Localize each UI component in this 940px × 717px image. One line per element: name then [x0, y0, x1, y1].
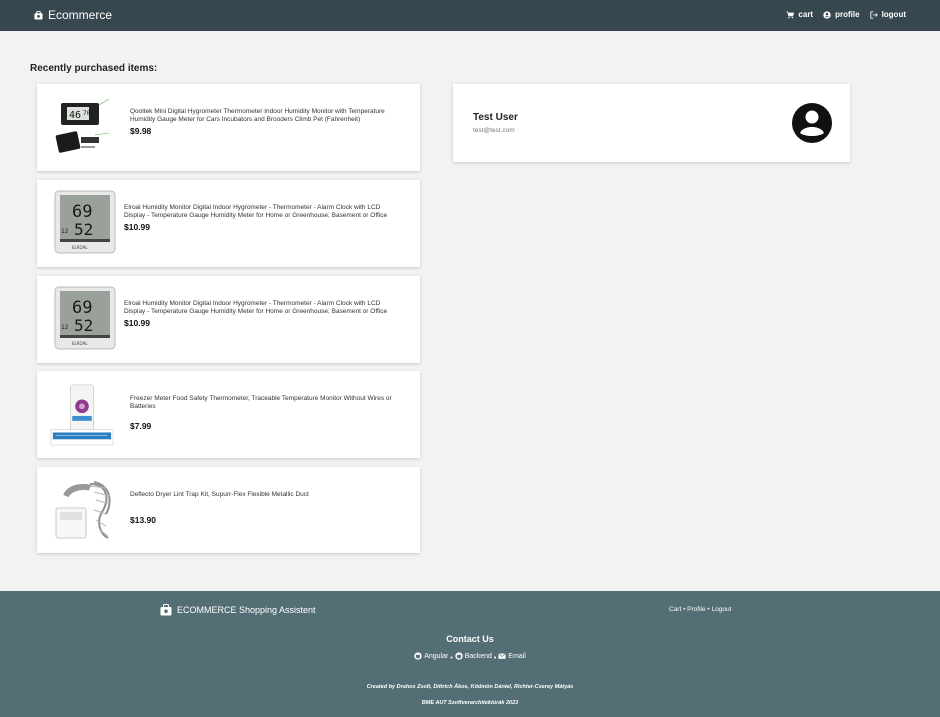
nav-cart-label: cart	[798, 10, 814, 19]
contact-separator: •	[450, 655, 453, 662]
profile-name: Test User	[473, 112, 518, 123]
email-link[interactable]: Email	[498, 652, 526, 660]
angular-repo-link[interactable]: Angular	[414, 652, 448, 660]
item-title[interactable]: Elroal Humidity Monitor Digital Indoor H…	[124, 300, 402, 316]
brand-label: Ecommerce	[48, 8, 113, 22]
mini-hygrometer-image: 46 70	[49, 94, 115, 162]
github-icon	[414, 652, 422, 660]
nav-logout-link[interactable]: logout	[869, 10, 906, 19]
top-navbar: Ecommerce cart profile logout	[0, 0, 940, 31]
nav-logout-label: logout	[881, 10, 906, 19]
contact-separator: •	[493, 655, 497, 662]
github-icon	[455, 652, 463, 660]
shopping-bag-icon	[160, 604, 172, 616]
item-price: $10.99	[124, 318, 150, 329]
purchased-item-card[interactable]: Deflecto Dryer Lint Trap Kit, Supurr-Fle…	[37, 467, 420, 553]
item-info: Elroal Humidity Monitor Digital Indoor H…	[124, 300, 402, 328]
item-price: $13.90	[130, 515, 156, 526]
page-footer: ECOMMERCE Shopping Assistent Cart • Prof…	[0, 591, 940, 717]
angular-label: Angular	[424, 652, 449, 660]
email-label: Email	[508, 652, 526, 660]
purchased-item-card[interactable]: 46 70 Qooltek Mini Digital Hygrometer Th…	[37, 84, 420, 171]
item-title[interactable]: Qooltek Mini Digital Hygrometer Thermome…	[130, 108, 408, 124]
svg-text:69: 69	[72, 298, 92, 318]
profile-email: test@test.com	[473, 127, 515, 134]
svg-text:70: 70	[83, 110, 91, 117]
nav-profile-link[interactable]: profile	[823, 10, 860, 19]
footer-brand: ECOMMERCE Shopping Assistent	[160, 604, 316, 616]
item-title[interactable]: Deflecto Dryer Lint Trap Kit, Supurr-Fle…	[130, 491, 408, 499]
course-text: BME AUT Szoftverarchitektúrák 2023	[421, 700, 519, 706]
nav-profile-label: profile	[835, 10, 860, 19]
contact-heading: Contact Us	[446, 634, 494, 644]
logout-icon	[869, 10, 878, 19]
purchased-item-card[interactable]: 69 52 12 ELROAL Elroal Humidity Monitor …	[37, 180, 420, 267]
nav-cart-link[interactable]: cart	[786, 10, 813, 19]
item-info: Freezer Meter Food Safety Thermometer, T…	[130, 395, 408, 431]
purchased-item-card[interactable]: 69 52 12 ELROAL Elroal Humidity Monitor …	[37, 276, 420, 363]
envelope-icon	[498, 653, 507, 659]
brand-link[interactable]: Ecommerce	[34, 8, 112, 22]
item-price: $9.98	[130, 126, 152, 137]
item-price: $10.99	[124, 222, 150, 233]
contact-links: Angular • Backend • Email	[0, 652, 940, 662]
hygrometer-clock-image: 69 52 12 ELROAL	[47, 188, 123, 260]
recent-items-heading: Recently purchased items:	[30, 63, 158, 74]
freezer-thermometer-image	[49, 381, 115, 449]
cart-icon	[786, 10, 795, 18]
profile-card: Test User test@test.com	[453, 84, 850, 162]
svg-text:46: 46	[69, 110, 81, 121]
svg-text:69: 69	[72, 202, 92, 222]
item-info: Qooltek Mini Digital Hygrometer Thermome…	[130, 108, 408, 136]
svg-text:52: 52	[74, 220, 93, 239]
item-title[interactable]: Elroal Humidity Monitor Digital Indoor H…	[124, 204, 402, 220]
shopping-bag-icon	[34, 10, 43, 20]
account-circle-icon	[823, 10, 831, 19]
account-circle-icon	[792, 103, 832, 143]
credits-text: Created by Drahos Zsolt, Dittrich Ákos, …	[366, 684, 574, 690]
footer-nav-links[interactable]: Cart • Profile • Logout	[669, 606, 731, 613]
backend-label: Backend	[464, 652, 492, 660]
dryer-duct-image	[49, 477, 115, 545]
item-title[interactable]: Freezer Meter Food Safety Thermometer, T…	[130, 395, 408, 411]
svg-text:ELROAL: ELROAL	[72, 341, 88, 346]
nav-links: cart profile logout	[786, 10, 906, 19]
hygrometer-clock-image: 69 52 12 ELROAL	[47, 284, 123, 356]
footer-brand-label: ECOMMERCE Shopping Assistent	[177, 605, 316, 615]
item-info: Elroal Humidity Monitor Digital Indoor H…	[124, 204, 402, 232]
svg-text:12: 12	[61, 228, 69, 235]
item-price: $7.99	[130, 421, 152, 432]
item-info: Deflecto Dryer Lint Trap Kit, Supurr-Fle…	[130, 491, 408, 525]
purchased-item-card[interactable]: Freezer Meter Food Safety Thermometer, T…	[37, 371, 420, 458]
svg-text:12: 12	[61, 324, 69, 331]
backend-repo-link[interactable]: Backend	[455, 652, 492, 660]
svg-text:52: 52	[74, 316, 93, 335]
svg-text:ELROAL: ELROAL	[72, 245, 88, 250]
